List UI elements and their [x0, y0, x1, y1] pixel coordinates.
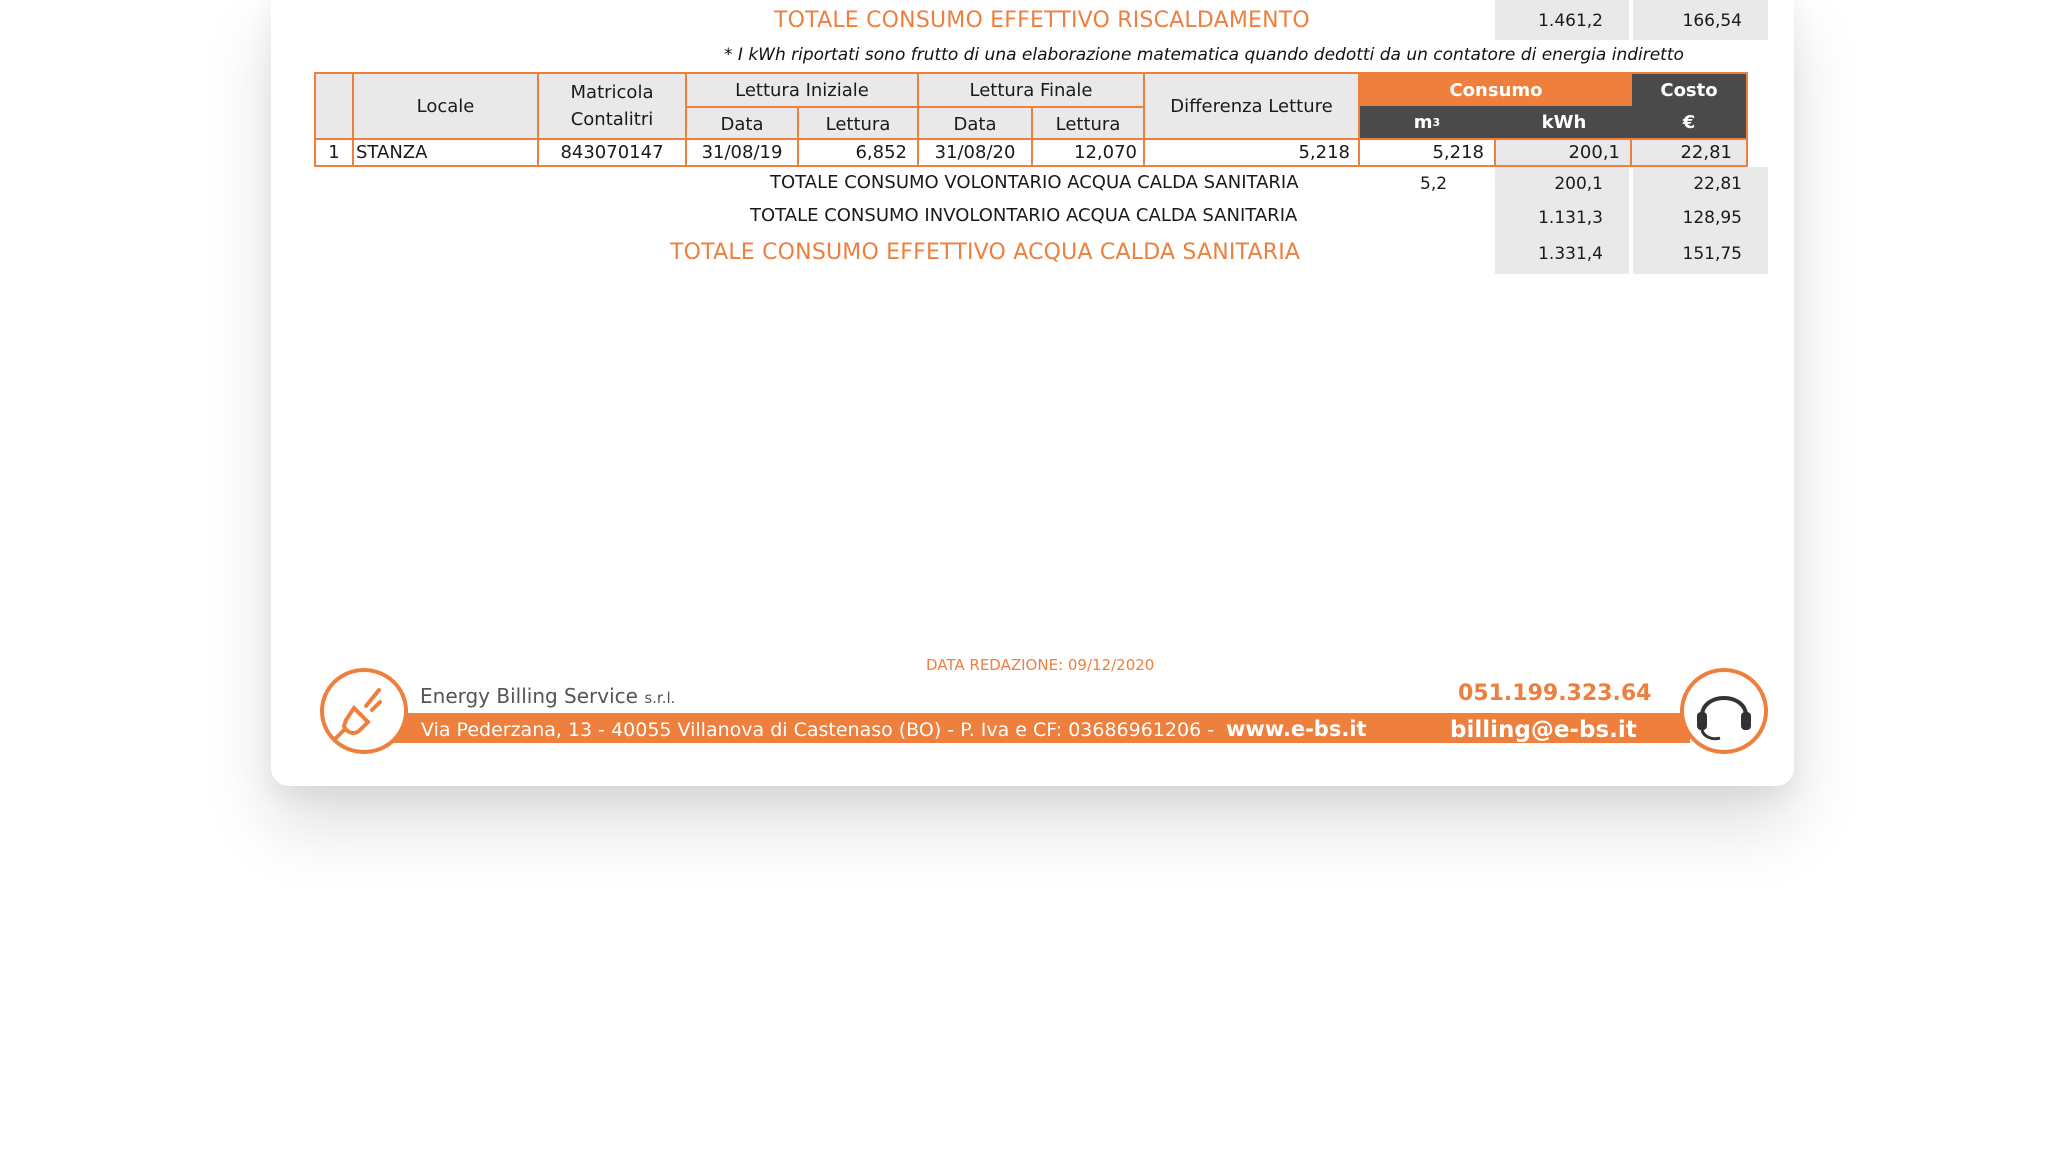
heating-kwh-value: 1.461,2 — [1538, 11, 1603, 31]
involontario-cost-cell: 128,95 — [1633, 200, 1768, 234]
row-locale: STANZA — [356, 142, 428, 163]
lettura-iniziale-subheader: Lettura — [825, 113, 891, 135]
plug-icon — [320, 668, 408, 754]
effettivo-kwh-cell: 1.331,4 — [1495, 234, 1629, 274]
contalitri-header: Contalitri — [570, 108, 654, 130]
row-data-iniziale: 31/08/19 — [701, 142, 783, 163]
matricola-header: Matricola — [570, 81, 654, 103]
locale-header: Locale — [416, 95, 475, 117]
volontario-cost: 22,81 — [1693, 174, 1742, 194]
row-lettura-iniziale: 6,852 — [855, 142, 907, 163]
heating-total-label: TOTALE CONSUMO EFFETTIVO RISCALDAMENTO — [774, 8, 1310, 33]
volontario-kwh-cell: 200,1 — [1495, 167, 1629, 200]
reading-group-divider — [687, 106, 1143, 108]
involontario-kwh-cell: 1.131,3 — [1495, 200, 1629, 234]
dhw-readings-table: Consumo Locale Matricola Contalitri Lett… — [314, 72, 1748, 167]
row-differenza: 5,218 — [1298, 142, 1350, 163]
involontario-cost: 128,95 — [1682, 208, 1742, 228]
heating-cost-cell: 166,54 — [1633, 0, 1768, 40]
company-address: Via Pederzana, 13 - 40055 Villanova di C… — [421, 719, 1215, 741]
heating-cost-value: 166,54 — [1682, 11, 1742, 31]
row-index: 1 — [328, 142, 340, 163]
effettivo-label: TOTALE CONSUMO EFFETTIVO ACQUA CALDA SAN… — [670, 240, 1301, 265]
costo-header: Costo — [1660, 79, 1718, 101]
company-name-text: Energy Billing Service — [420, 684, 638, 708]
lettura-iniziale-header: Lettura Iniziale — [735, 79, 869, 101]
differenza-header: Differenza Letture — [1170, 95, 1333, 117]
date-redazione: DATA REDAZIONE: 09/12/2020 — [926, 656, 1155, 674]
kwh-note: * I kWh riportati sono frutto di una ela… — [724, 45, 1684, 65]
m3-header: m3 — [1360, 106, 1494, 138]
row-lettura-finale: 12,070 — [1074, 142, 1137, 163]
headset-icon — [1680, 668, 1768, 754]
heating-kwh-cell: 1.461,2 — [1495, 0, 1629, 40]
volontario-cost-cell: 22,81 — [1633, 167, 1768, 200]
involontario-kwh: 1.131,3 — [1538, 208, 1603, 228]
volontario-label: TOTALE CONSUMO VOLONTARIO ACQUA CALDA SA… — [770, 172, 1299, 193]
euro-header: € — [1682, 111, 1696, 133]
row-costo: 22,81 — [1680, 142, 1732, 163]
effettivo-cost-cell: 151,75 — [1633, 234, 1768, 274]
effettivo-cost: 151,75 — [1682, 244, 1742, 264]
volontario-m3: 5,2 — [1420, 174, 1448, 194]
company-suffix: s.r.l. — [644, 689, 676, 707]
consumo-header: Consumo — [1360, 74, 1632, 106]
effettivo-kwh: 1.331,4 — [1538, 244, 1603, 264]
phone-number: 051.199.323.64 — [1458, 681, 1652, 706]
m3-exponent: 3 — [1432, 115, 1441, 129]
lettura-finale-header: Lettura Finale — [969, 79, 1093, 101]
row-matricola: 843070147 — [560, 142, 664, 163]
involontario-label: TOTALE CONSUMO INVOLONTARIO ACQUA CALDA … — [750, 205, 1298, 226]
kwh-header: kWh — [1541, 111, 1587, 133]
row-kwh: 200,1 — [1568, 142, 1620, 163]
m3-unit: m — [1413, 111, 1433, 133]
company-name: Energy Billing Service s.r.l. — [420, 684, 675, 708]
col-divider — [352, 74, 354, 165]
data-finale-header: Data — [953, 113, 997, 135]
lettura-finale-subheader: Lettura — [1055, 113, 1121, 135]
row-m3: 5,218 — [1432, 142, 1484, 163]
data-iniziale-header: Data — [720, 113, 764, 135]
row-data-finale: 31/08/20 — [934, 142, 1016, 163]
volontario-kwh: 200,1 — [1554, 174, 1603, 194]
email-link[interactable]: billing@e-bs.it — [1450, 717, 1637, 743]
website-link[interactable]: www.e-bs.it — [1226, 717, 1367, 741]
